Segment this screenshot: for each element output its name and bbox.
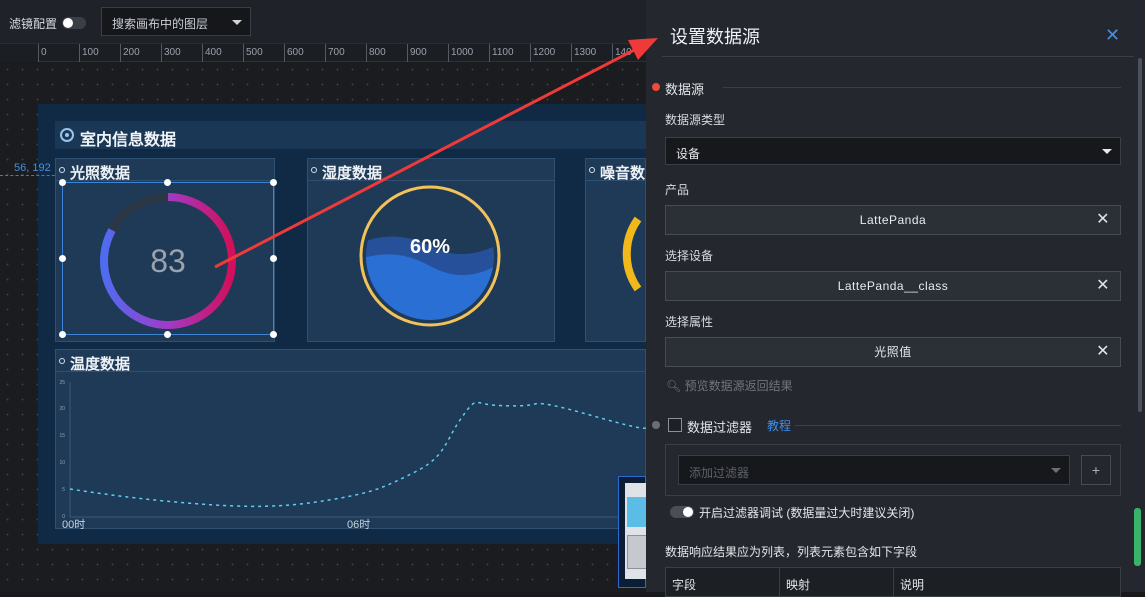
arrow-head <box>628 38 658 60</box>
annotation-arrow <box>214 38 658 269</box>
arrow-shaft <box>214 46 639 269</box>
